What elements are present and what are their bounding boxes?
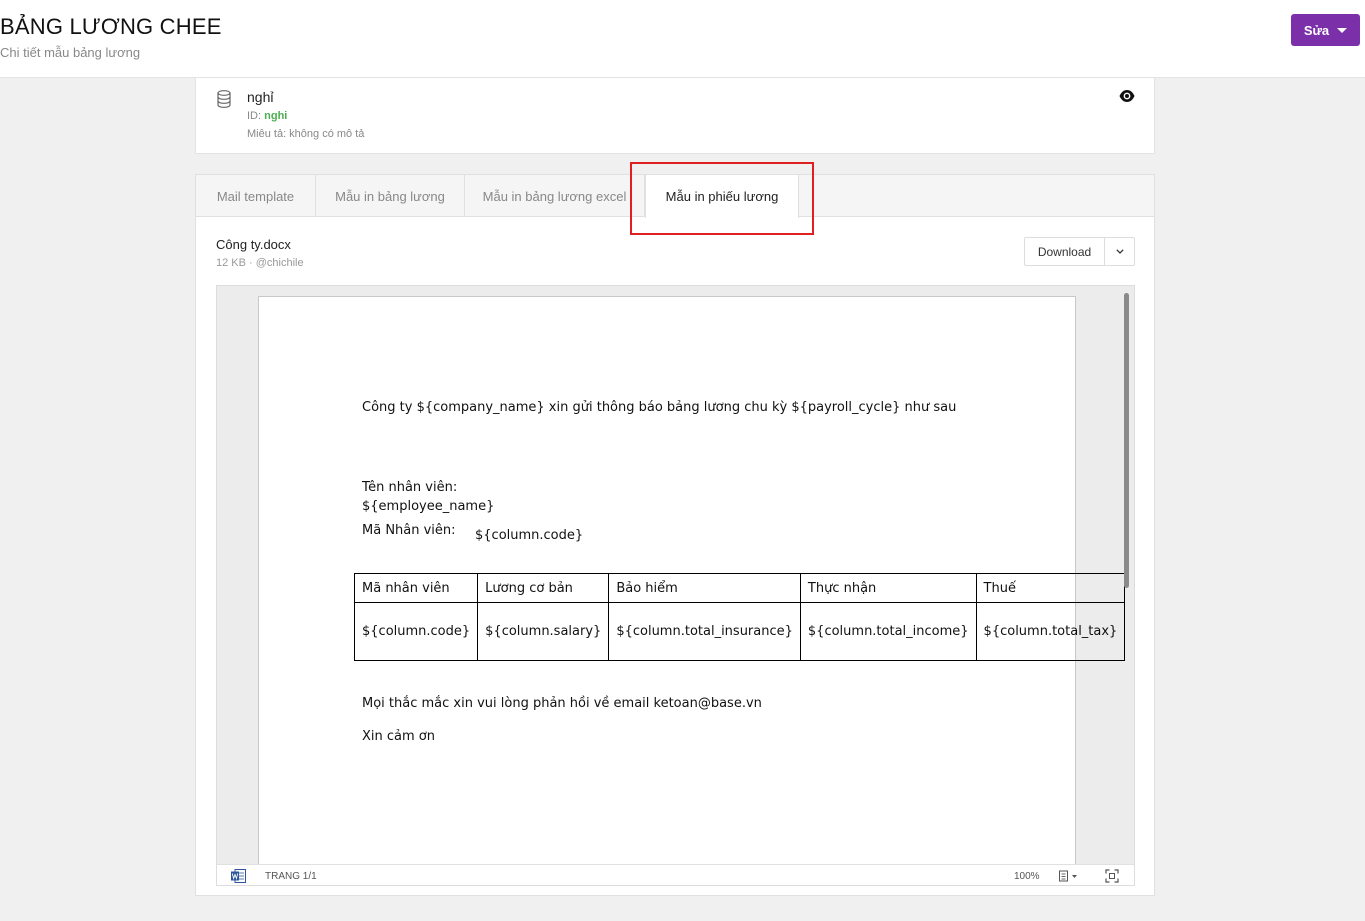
viewer-scrollbar[interactable] (1124, 293, 1129, 588)
doc-contact-line: Mọi thắc mắc xin vui lòng phản hồi về em… (362, 696, 762, 711)
eye-icon[interactable] (1119, 89, 1135, 103)
zoom-level[interactable]: 100% (1014, 871, 1040, 882)
template-id-value: nghi (264, 110, 288, 122)
tab-bar: Mail template Mẫu in bảng lương Mẫu in b… (196, 175, 1154, 218)
doc-intro: Công ty ${company_name} xin gửi thông bá… (362, 400, 957, 415)
tab-payslip-print-template[interactable]: Mẫu in phiếu lương (645, 175, 799, 218)
table-header-cell: Thực nhận (799, 573, 977, 603)
table-header-cell: Bảo hiểm (608, 573, 801, 603)
doc-employee-code-value: ${column.code} (475, 528, 584, 543)
table-header-cell: Mã nhân viên (353, 573, 479, 603)
document-viewer[interactable]: Công ty ${company_name} xin gửi thông bá… (216, 285, 1135, 886)
template-info-card: nghỉ ID: nghi Miêu tả: không có mô tả (195, 78, 1155, 154)
table-cell: ${column.code} (353, 602, 479, 661)
table-row: ${column.code} ${column.salary} ${column… (353, 602, 1126, 661)
template-name: nghỉ (247, 89, 274, 105)
tab-payroll-print-template[interactable]: Mẫu in bảng lương (316, 175, 465, 217)
template-detail-card: Mail template Mẫu in bảng lương Mẫu in b… (195, 174, 1155, 896)
page-title: BẢNG LƯƠNG CHEE (0, 14, 222, 39)
chevron-down-icon (1115, 249, 1124, 254)
doc-employee-name-value: ${employee_name} (362, 499, 495, 514)
table-cell: ${column.total_insurance} (608, 602, 801, 661)
page-indicator: TRANG 1/1 (265, 871, 317, 882)
page-subtitle: Chi tiết mẫu bảng lương (0, 45, 141, 60)
doc-employee-code-label: Mã Nhân viên: (362, 523, 456, 538)
doc-closing: Xin cảm ơn (362, 729, 435, 744)
file-meta: 12 KB · @chichile (216, 257, 304, 269)
download-options-toggle[interactable] (1105, 238, 1134, 265)
template-description: Miêu tả: không có mô tả (247, 128, 365, 140)
table-cell: ${column.salary} (477, 602, 610, 661)
tab-mail-template[interactable]: Mail template (196, 175, 316, 217)
download-button-group: Download (1024, 237, 1135, 266)
page-header: BẢNG LƯƠNG CHEE Chi tiết mẫu bảng lương … (0, 0, 1365, 78)
database-icon (217, 90, 231, 108)
tab-payroll-excel-template[interactable]: Mẫu in bảng lương excel (465, 175, 645, 217)
edit-button[interactable]: Sửa (1291, 14, 1360, 46)
doc-employee-name-label: Tên nhân viên: (362, 480, 458, 495)
page-view-icon[interactable] (1058, 869, 1082, 883)
table-header-cell: Thuế (975, 573, 1126, 603)
document-page: Công ty ${company_name} xin gửi thông bá… (258, 296, 1126, 885)
viewer-status-bar: TRANG 1/1 100% (217, 864, 1134, 885)
payslip-table: Mã nhân viên Lương cơ bản Bảo hiểm Thực … (353, 573, 1126, 661)
template-id-label: ID: (247, 110, 262, 122)
word-file-icon (231, 869, 246, 883)
edit-button-label: Sửa (1303, 22, 1330, 38)
template-id: ID: nghi (247, 110, 287, 122)
download-button[interactable]: Download (1025, 238, 1105, 265)
table-cell: ${column.total_income} (799, 602, 977, 661)
caret-down-icon (1337, 27, 1348, 33)
table-header-row: Mã nhân viên Lương cơ bản Bảo hiểm Thực … (353, 573, 1126, 603)
table-cell: ${column.total_tax} (975, 602, 1126, 661)
table-header-cell: Lương cơ bản (477, 573, 610, 603)
fullscreen-icon[interactable] (1105, 869, 1119, 883)
file-name: Công ty.docx (216, 237, 291, 252)
